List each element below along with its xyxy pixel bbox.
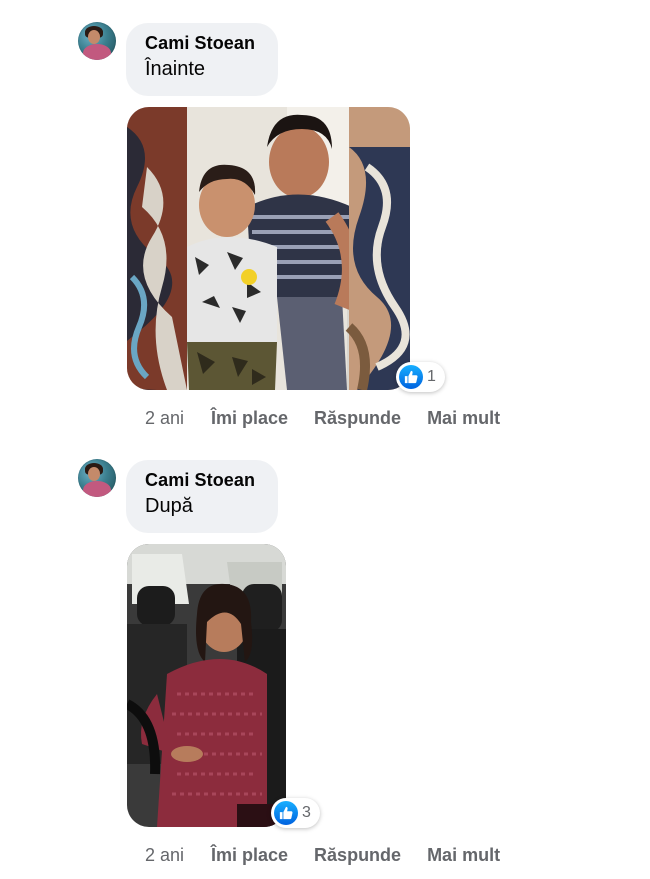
comment-author[interactable]: Cami Stoean xyxy=(145,33,258,54)
comment-timestamp[interactable]: 2 ani xyxy=(145,845,211,866)
more-button[interactable]: Mai mult xyxy=(427,845,500,866)
reply-button[interactable]: Răspunde xyxy=(314,845,401,866)
reaction-count-badge[interactable]: 3 xyxy=(271,798,320,828)
like-button[interactable]: Îmi place xyxy=(211,845,288,866)
like-icon xyxy=(399,365,423,389)
comment-author[interactable]: Cami Stoean xyxy=(145,470,258,491)
photo-after-image xyxy=(127,544,286,827)
like-button[interactable]: Îmi place xyxy=(211,408,288,429)
comment-actions: 2 ani Îmi place Răspunde Mai mult xyxy=(145,845,526,866)
reaction-count: 3 xyxy=(302,804,311,821)
comment-bubble: Cami Stoean Înainte xyxy=(126,23,278,96)
comment-actions: 2 ani Îmi place Răspunde Mai mult xyxy=(145,408,526,429)
avatar[interactable] xyxy=(78,22,116,60)
more-button[interactable]: Mai mult xyxy=(427,408,500,429)
reaction-count: 1 xyxy=(427,368,436,385)
comment-photo[interactable] xyxy=(127,107,410,390)
avatar[interactable] xyxy=(78,459,116,497)
comment-2: Cami Stoean După 3 2 ani Îmi place Răspu… xyxy=(0,437,650,879)
comment-text: După xyxy=(145,495,193,517)
comment-1: Cami Stoean Înainte 1 2 ani Îmi place Ră… xyxy=(0,0,650,440)
comment-text: Înainte xyxy=(145,58,206,80)
reaction-count-badge[interactable]: 1 xyxy=(396,362,445,392)
photo-before-image xyxy=(127,107,410,390)
comment-photo[interactable] xyxy=(127,544,286,827)
like-icon xyxy=(274,801,298,825)
reply-button[interactable]: Răspunde xyxy=(314,408,401,429)
comment-bubble: Cami Stoean După xyxy=(126,460,278,533)
comment-timestamp[interactable]: 2 ani xyxy=(145,408,211,429)
